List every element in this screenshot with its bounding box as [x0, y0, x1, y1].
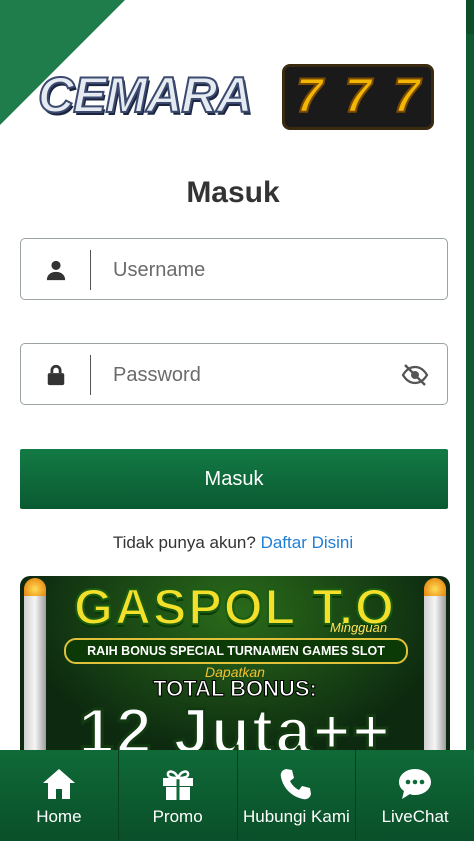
banner-tag: Mingguan — [330, 620, 388, 635]
nav-home[interactable]: Home — [0, 750, 119, 841]
bottom-navigation: Home Promo Hubungi Kami LiveChat — [0, 750, 474, 841]
username-field[interactable] — [20, 238, 448, 300]
login-dialog: CEMARA 7 7 7 Masuk Masuk Tidak punya aku… — [0, 0, 466, 841]
lock-icon — [47, 364, 65, 386]
nav-label: Promo — [152, 807, 203, 826]
close-button[interactable]: ✕ — [442, 5, 464, 29]
promo-banner[interactable]: GASPOL T.O Mingguan RAIH BONUS SPECIAL T… — [20, 576, 450, 756]
logo-wordmark: CEMARA — [37, 66, 253, 124]
banner-amount: 12 Juta++ — [77, 694, 392, 757]
site-logo: CEMARA 7 7 7 — [30, 60, 434, 135]
logo-digit: 7 — [344, 69, 373, 124]
logo-777-badge: 7 7 7 — [282, 64, 434, 130]
eye-slash-icon[interactable] — [401, 363, 429, 387]
signup-link[interactable]: Daftar Disini — [261, 533, 354, 552]
field-divider — [90, 355, 91, 395]
chat-icon — [399, 769, 432, 799]
nav-promo[interactable]: Promo — [119, 750, 238, 841]
signup-prompt-text: Tidak punya akun? — [112, 533, 256, 552]
signup-prompt: Tidak punya akun? Daftar Disini — [0, 533, 466, 553]
home-icon — [42, 769, 75, 799]
nav-label: LiveChat — [381, 807, 449, 826]
user-icon — [46, 260, 66, 281]
field-divider — [90, 250, 91, 290]
page-title: Masuk — [186, 176, 280, 209]
nav-contact[interactable]: Hubungi Kami — [238, 750, 357, 841]
logo-digit: 7 — [392, 69, 421, 124]
nav-label: Home — [36, 807, 82, 826]
login-submit-button[interactable]: Masuk — [20, 449, 448, 509]
username-input[interactable] — [111, 251, 395, 289]
banner-subtitle: RAIH BONUS SPECIAL TURNAMEN GAMES SLOT — [64, 638, 408, 664]
nav-livechat[interactable]: LiveChat — [356, 750, 474, 841]
gift-icon — [162, 770, 193, 800]
password-field[interactable] — [20, 343, 448, 405]
logo-digit: 7 — [295, 69, 324, 124]
phone-icon — [281, 769, 312, 800]
password-input[interactable] — [111, 356, 395, 394]
nav-label: Hubungi Kami — [242, 807, 350, 826]
